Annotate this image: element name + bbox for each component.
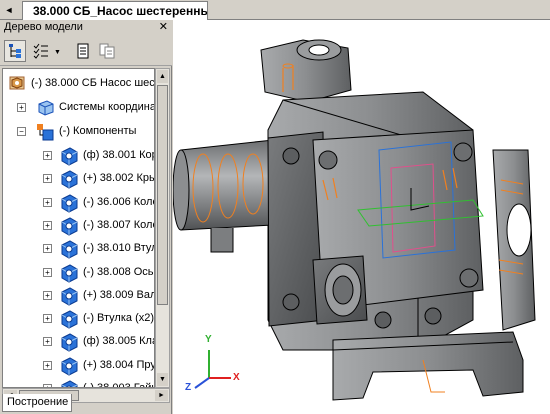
tab-construction[interactable]: Построение xyxy=(2,394,72,412)
list-checks-icon xyxy=(33,43,48,59)
scroll-right-icon[interactable]: ► xyxy=(155,390,168,401)
part-icon xyxy=(59,263,79,283)
tree-item-label: (-) 38.010 Втулка xyxy=(83,242,154,255)
assembly-icon xyxy=(7,74,27,94)
tree-item-label: (-) 36.006 Колесо xyxy=(83,195,154,208)
tree-structure-icon xyxy=(9,44,21,58)
tree-item-component[interactable]: + (ф) 38.001 Корпус xyxy=(3,145,154,167)
tree-item-component[interactable]: + (+) 38.004 Пружина xyxy=(3,355,155,377)
expand-icon[interactable]: + xyxy=(43,244,52,254)
copy-properties-button[interactable] xyxy=(96,40,118,62)
tree-item-label: (-) Втулка (x2) xyxy=(83,312,155,325)
scroll-down-icon[interactable]: ▼ xyxy=(157,373,168,386)
expand-icon[interactable]: + xyxy=(43,337,52,347)
chevron-down-icon[interactable]: ▼ xyxy=(54,49,61,56)
vertical-scrollbar[interactable]: ▲ ▼ xyxy=(155,68,170,388)
part-icon xyxy=(59,193,79,213)
scroll-up-icon[interactable]: ▲ xyxy=(157,70,168,83)
tree-item-label: (-) 38.007 Колесо xyxy=(83,218,154,231)
pump-model-render xyxy=(173,39,536,401)
tree-root-label: (-) 38.000 СБ Насос шестеренный xyxy=(31,77,155,89)
collapse-icon[interactable]: − xyxy=(17,127,26,136)
expand-icon[interactable]: + xyxy=(43,151,52,160)
tree-item-label: (+) 38.009 Вал xyxy=(83,288,155,301)
part-icon xyxy=(59,332,79,352)
document-tab[interactable]: 38.000 СБ_Насос шестеренный xyxy=(22,1,208,20)
part-icon xyxy=(59,146,79,166)
part-icon xyxy=(59,309,79,329)
expand-icon[interactable]: + xyxy=(43,267,52,277)
tree-view-button[interactable] xyxy=(4,40,26,62)
tree-item-label: (ф) 38.001 Корпус xyxy=(83,149,154,161)
tree-item-coordinate-systems[interactable]: + Системы координат xyxy=(3,97,155,119)
expand-icon[interactable]: + xyxy=(43,197,52,207)
expand-icon[interactable]: + xyxy=(43,290,52,300)
tree-item-label: (+) 38.002 Крышка xyxy=(83,172,155,185)
document-icon xyxy=(77,43,89,59)
copy-document-icon xyxy=(99,43,115,59)
model-viewport[interactable]: Y X Z xyxy=(173,20,550,414)
expand-icon[interactable]: + xyxy=(43,174,52,184)
properties-button[interactable] xyxy=(72,40,94,62)
list-view-button[interactable] xyxy=(30,40,52,62)
tree-item-component[interactable]: + (-) 36.006 Колесо xyxy=(3,192,154,214)
panel-title-label: Дерево модели xyxy=(4,21,83,33)
scroll-thumb[interactable] xyxy=(157,85,168,305)
model-tree: (-) 38.000 СБ Насос шестеренный + Систем… xyxy=(2,68,155,388)
expand-icon[interactable]: + xyxy=(43,314,52,324)
expand-icon[interactable]: + xyxy=(17,103,26,112)
tree-item-component[interactable]: + (+) 38.009 Вал xyxy=(3,285,155,307)
tree-item-component[interactable]: + (-) 38.008 Ось xyxy=(3,262,154,284)
tree-item-component[interactable]: + (+) 38.002 Крышка xyxy=(3,168,155,190)
expand-icon[interactable]: + xyxy=(43,360,52,370)
tree-item-component[interactable]: + (-) Втулка (x2) xyxy=(3,308,155,330)
part-icon xyxy=(59,216,79,236)
panel-title: Дерево модели ✕ xyxy=(0,20,172,36)
tree-item-label: (ф) 38.005 Клапан xyxy=(83,335,154,348)
tree-item-component[interactable]: + (-) 38.007 Колесо xyxy=(3,215,154,237)
axis-x-label: X xyxy=(233,372,240,383)
tree-item-label: (-) 38.008 Ось xyxy=(83,265,154,278)
tree-item-label: (+) 38.004 Пружина xyxy=(83,358,155,371)
part-icon xyxy=(59,239,79,259)
tree-item-component[interactable]: +(-) 38.003 Гайка xyxy=(3,378,154,387)
tree-item-label: (-) Компоненты xyxy=(59,125,137,137)
model-tree-panel: Дерево модели ✕ ▼ (-) 38.000 СБ Насос ше… xyxy=(0,20,172,414)
tree-root[interactable]: (-) 38.000 СБ Насос шестеренный xyxy=(3,73,155,95)
part-icon xyxy=(59,379,79,387)
axis-y-label: Y xyxy=(205,334,212,345)
part-icon xyxy=(59,356,79,376)
document-tabbar: ◄ 38.000 СБ_Насос шестеренный xyxy=(0,0,550,20)
components-icon xyxy=(35,122,55,142)
tree-item-label: Системы координат xyxy=(59,101,155,113)
tree-toolbar: ▼ xyxy=(0,36,172,66)
axis-z-label: Z xyxy=(185,382,192,393)
tree-item-component[interactable]: + (-) 38.010 Втулка xyxy=(3,238,154,260)
part-icon xyxy=(59,169,79,189)
expand-icon[interactable]: + xyxy=(43,220,52,230)
tree-item-component[interactable]: + (ф) 38.005 Клапан xyxy=(3,331,154,353)
tab-scroll-left-icon[interactable]: ◄ xyxy=(2,3,16,17)
tree-item-components[interactable]: − (-) Компоненты xyxy=(3,121,154,143)
coordinate-system-icon xyxy=(35,98,55,118)
part-icon xyxy=(59,286,79,306)
close-icon[interactable]: ✕ xyxy=(159,21,168,34)
